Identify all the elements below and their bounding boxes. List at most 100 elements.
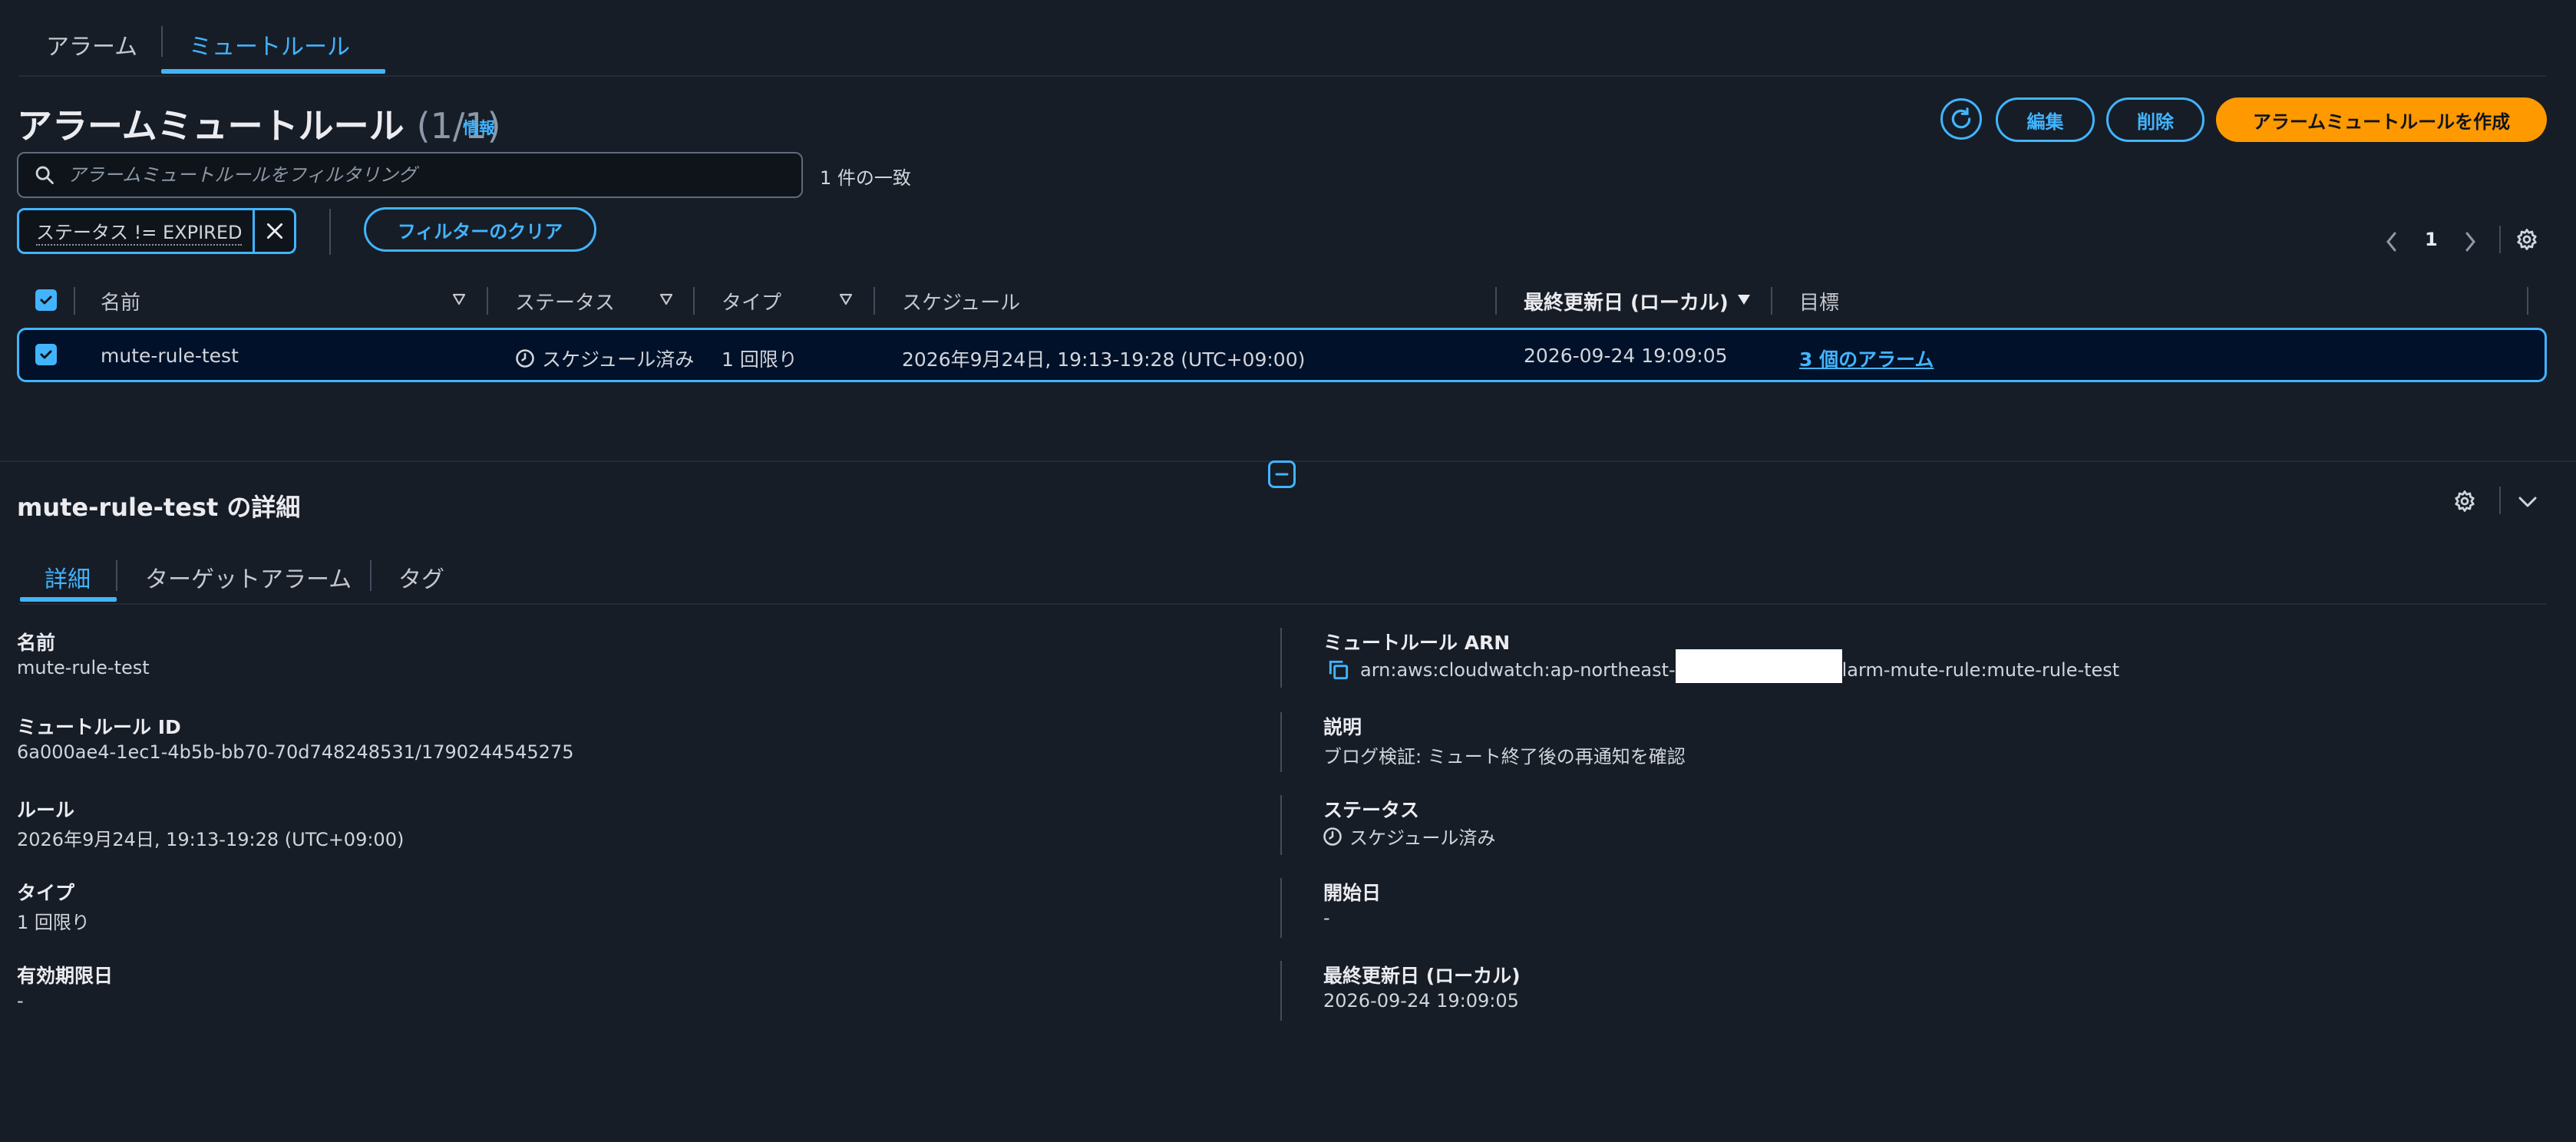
sort-descending-icon[interactable]: [1736, 292, 1752, 307]
redacted-block: [1675, 649, 1842, 683]
sort-icon[interactable]: [838, 292, 854, 307]
row-target: 3 個のアラーム: [1799, 345, 1934, 372]
column-separator: [1280, 795, 1282, 855]
remove-filter-button[interactable]: [253, 210, 294, 252]
name-label: 名前: [17, 632, 56, 654]
column-header-target[interactable]: 目標: [1799, 287, 1839, 315]
column-divider: [74, 287, 75, 315]
table-row[interactable]: mute-rule-test スケジュール済み 1 回限り 2026年9月24日…: [17, 328, 2547, 382]
column-header-schedule[interactable]: スケジュール: [902, 287, 1020, 315]
rule-value: 2026年9月24日, 19:13-19:28 (UTC+09:00): [17, 829, 405, 850]
row-schedule: 2026年9月24日, 19:13-19:28 (UTC+09:00): [902, 348, 1306, 371]
search-input[interactable]: [68, 164, 758, 186]
column-divider: [1495, 287, 1497, 315]
check-icon: [40, 295, 52, 305]
table-header: 名前 ステータス タイプ スケジュール 最終更新日 (ローカル) 目標: [17, 281, 2547, 321]
sort-icon[interactable]: [659, 292, 674, 307]
expiry-label: 有効期限日: [17, 965, 114, 987]
column-divider: [2527, 287, 2528, 315]
tab-alarms[interactable]: アラーム: [46, 28, 137, 61]
tab-divider: [161, 26, 163, 57]
filter-token: ステータス != EXPIRED: [17, 208, 296, 254]
details-title: mute-rule-test の詳細: [17, 493, 301, 522]
chevron-right-icon[interactable]: [2462, 230, 2478, 253]
copy-icon[interactable]: [1326, 658, 1351, 682]
mute-rule-id-label: ミュートルール ID: [17, 716, 181, 738]
tab-details[interactable]: 詳細: [45, 560, 91, 594]
filter-divider: [329, 209, 331, 255]
refresh-button[interactable]: [1940, 98, 1982, 140]
info-link[interactable]: 情報: [463, 116, 495, 139]
row-type: 1 回限り: [722, 348, 798, 371]
clear-filters-button[interactable]: フィルターのクリア: [364, 207, 596, 252]
arn-suffix: larm-mute-rule:mute-rule-test: [1841, 659, 2120, 681]
select-all-checkbox[interactable]: [35, 289, 57, 311]
search-icon: [35, 166, 54, 184]
chevron-down-icon[interactable]: [2516, 493, 2539, 511]
match-count: 1 件の一致: [820, 167, 911, 189]
filter-token-text[interactable]: ステータス != EXPIRED: [36, 217, 243, 246]
start-date-value: -: [1323, 907, 1330, 929]
column-divider: [1771, 287, 1772, 315]
expiry-value: -: [17, 990, 24, 1012]
description-value: ブログ検証: ミュート終了後の再通知を確認: [1323, 746, 1686, 767]
gear-icon[interactable]: [2515, 228, 2538, 251]
column-header-name[interactable]: 名前: [101, 287, 140, 315]
top-tab-bar: アラーム ミュートルール: [18, 0, 2546, 77]
sort-icon[interactable]: [451, 292, 467, 307]
search-box[interactable]: [17, 152, 803, 198]
filter-token-label: ステータス != EXPIRED: [19, 210, 253, 252]
type-label: タイプ: [17, 882, 75, 904]
tab-mute-rules[interactable]: ミュートルール: [189, 28, 350, 61]
clock-icon: [516, 349, 534, 368]
chevron-left-icon[interactable]: [2384, 230, 2399, 253]
tab-divider: [116, 560, 117, 591]
rule-label: ルール: [17, 799, 75, 821]
arn-label: ミュートルール ARN: [1323, 632, 1511, 654]
close-icon: [266, 223, 282, 239]
arn-prefix: arn:aws:cloudwatch:ap-northeast-: [1360, 659, 1676, 681]
tab-target-alarms[interactable]: ターゲットアラーム: [145, 560, 352, 594]
column-divider: [487, 287, 488, 315]
row-name: mute-rule-test: [101, 345, 239, 367]
edit-button[interactable]: 編集: [1996, 97, 2095, 142]
status-value: スケジュール済み: [1322, 823, 1495, 850]
active-tab-indicator: [161, 69, 385, 74]
create-mute-rule-button[interactable]: アラームミュートルールを作成: [2216, 97, 2547, 142]
column-divider: [874, 287, 875, 315]
gear-icon[interactable]: [2453, 490, 2476, 513]
mute-rule-id-value: 6a000ae4-1ec1-4b5b-bb70-70d748248531/179…: [17, 741, 574, 763]
row-last-updated: 2026-09-24 19:09:05: [1524, 345, 1728, 367]
row-checkbox[interactable]: [35, 344, 57, 365]
last-updated-value: 2026-09-24 19:09:05: [1323, 990, 1519, 1012]
page-title: アラームミュートルール (1/1): [17, 98, 501, 149]
column-header-last-updated[interactable]: 最終更新日 (ローカル): [1524, 287, 1729, 315]
details-tab-bar: 詳細 ターゲットアラーム タグ: [18, 553, 2547, 605]
split-panel-handle[interactable]: [1268, 460, 1296, 488]
column-separator: [1280, 878, 1282, 938]
arn-value: arn:aws:cloudwatch:ap-northeast-larm-mut…: [1326, 649, 2120, 683]
check-icon: [40, 350, 52, 359]
clock-icon: [1323, 827, 1342, 846]
column-divider: [693, 287, 695, 315]
status-label: ステータス: [1323, 799, 1420, 821]
description-label: 説明: [1323, 716, 1362, 738]
column-header-type[interactable]: タイプ: [722, 287, 781, 315]
page-number[interactable]: 1: [2425, 229, 2438, 250]
status-value-text: スケジュール済み: [1349, 827, 1496, 849]
tab-divider: [370, 560, 372, 591]
column-separator: [1280, 961, 1282, 1021]
row-status-text: スケジュール済み: [542, 348, 695, 371]
column-header-status[interactable]: ステータス: [515, 287, 615, 315]
active-tab-indicator: [20, 597, 117, 602]
tab-tags[interactable]: タグ: [398, 560, 444, 594]
start-date-label: 開始日: [1323, 882, 1382, 904]
row-status: スケジュール済み: [514, 345, 694, 372]
column-separator: [1280, 712, 1282, 772]
target-alarms-link[interactable]: 3 個のアラーム: [1799, 348, 1934, 371]
delete-button[interactable]: 削除: [2106, 97, 2204, 142]
last-updated-label: 最終更新日 (ローカル): [1323, 965, 1521, 987]
page-title-text: アラームミュートルール: [17, 105, 405, 147]
resize-handle-icon: [1275, 473, 1289, 476]
name-value: mute-rule-test: [17, 657, 150, 678]
